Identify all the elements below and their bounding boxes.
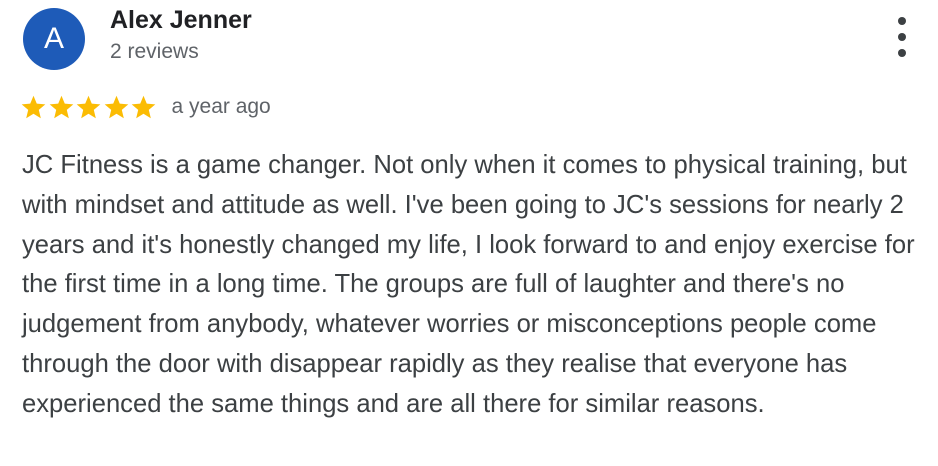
more-vert-icon <box>898 33 906 41</box>
review-card: A Alex Jenner 2 reviews a year ago JC Fi… <box>0 0 938 466</box>
review-text: JC Fitness is a game changer. Not only w… <box>22 151 915 418</box>
more-options-button[interactable] <box>888 16 916 58</box>
star-icon <box>104 95 128 118</box>
avatar[interactable]: A <box>23 8 85 70</box>
more-vert-icon <box>898 17 906 25</box>
rating-row: a year ago <box>20 92 271 122</box>
star-rating <box>20 94 158 121</box>
review-timestamp: a year ago <box>171 95 271 118</box>
star-icon <box>131 95 156 118</box>
review-count[interactable]: 2 reviews <box>110 40 199 64</box>
reviewer-name[interactable]: Alex Jenner <box>110 6 252 35</box>
more-vert-icon <box>898 49 906 57</box>
star-icon <box>21 95 46 118</box>
star-icon <box>49 95 73 118</box>
star-icon <box>76 95 101 118</box>
